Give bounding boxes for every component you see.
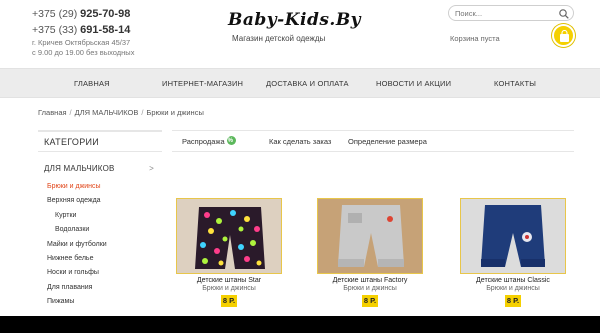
product-category: Брюки и джинсы [343, 285, 397, 292]
product-image[interactable] [460, 198, 566, 274]
working-hours: с 9.00 до 19.00 без выходных [32, 48, 135, 57]
product-name[interactable]: Детские штаны Factory [317, 277, 423, 284]
subcategory-swimwear[interactable]: Для плавания [38, 281, 162, 295]
main-nav: ГЛАВНАЯ ИНТЕРНЕТ-МАГАЗИН ДОСТАВКА И ОПЛА… [0, 68, 600, 98]
cart-button[interactable] [552, 24, 575, 47]
nav-news[interactable]: НОВОСТИ И АКЦИИ [376, 69, 451, 99]
nav-shop[interactable]: ИНТЕРНЕТ-МАГАЗИН [162, 69, 243, 99]
nav-home[interactable]: ГЛАВНАЯ [74, 69, 110, 99]
subcategory-pajamas[interactable]: Пижамы [38, 295, 162, 309]
subcategory-socks[interactable]: Носки и гольфы [38, 266, 162, 280]
info-tabs: Распродажа Как сделать заказ Определение… [172, 130, 574, 152]
subcategory-tshirts[interactable]: Майки и футболки [38, 238, 162, 252]
product-price: 8 Р. [505, 295, 521, 307]
percent-badge-icon [226, 131, 236, 152]
subcategory-underwear[interactable]: Нижнее белье [38, 252, 162, 266]
subcategory-turtlenecks[interactable]: Водолазки [38, 223, 162, 237]
address: г. Кричев Октябрьская 45/37 [32, 38, 131, 47]
subcategory-jackets[interactable]: Куртки [38, 209, 162, 223]
phone-1[interactable]: +375 (29) 925-70-98 [32, 6, 134, 22]
search-box [448, 5, 574, 21]
chevron-right-icon: > [149, 164, 154, 173]
product-card[interactable]: Детские штаны Classic Брюки и джинсы 8 Р… [460, 198, 566, 307]
product-category: Брюки и джинсы [202, 285, 256, 292]
product-image[interactable] [317, 198, 423, 274]
phone-1-number: 925-70-98 [80, 8, 131, 20]
product-price: 8 Р. [362, 295, 378, 307]
shopping-bag-icon [560, 30, 569, 42]
phone-2-prefix: +375 (33) [32, 24, 78, 36]
site-logo[interactable]: Baby-Kids.By [228, 10, 361, 30]
tab-how-to-order[interactable]: Как сделать заказ [269, 131, 331, 152]
product-card[interactable]: Детские штаны Star Брюки и джинсы 8 Р. [176, 198, 282, 307]
search-icon[interactable] [558, 7, 571, 19]
phone-2[interactable]: +375 (33) 691-58-14 [32, 22, 134, 38]
subcategory-pants[interactable]: Брюки и джинсы [38, 180, 162, 194]
product-image[interactable] [176, 198, 282, 274]
breadcrumb-boys[interactable]: ДЛЯ МАЛЬЧИКОВ [75, 108, 139, 117]
product-name[interactable]: Детские штаны Classic [460, 277, 566, 284]
subcategory-outerwear[interactable]: Верхняя одежда [38, 194, 162, 208]
tab-size-guide[interactable]: Определение размера [348, 131, 427, 152]
breadcrumb-home[interactable]: Главная [38, 108, 67, 117]
product-name[interactable]: Детские штаны Star [176, 277, 282, 284]
product-price: 8 Р. [221, 295, 237, 307]
category-boys[interactable]: ДЛЯ МАЛЬЧИКОВ > [38, 158, 162, 180]
search-input[interactable] [455, 8, 550, 19]
category-boys-label: ДЛЯ МАЛЬЧИКОВ [44, 164, 115, 173]
nav-delivery[interactable]: ДОСТАВКА И ОПЛАТА [266, 69, 349, 99]
tab-sale[interactable]: Распродажа [182, 131, 236, 152]
nav-contacts[interactable]: КОНТАКТЫ [494, 69, 536, 99]
breadcrumb: Главная / ДЛЯ МАЛЬЧИКОВ / Брюки и джинсы [38, 108, 204, 117]
site-header: +375 (29) 925-70-98 +375 (33) 691-58-14 … [0, 0, 600, 68]
contact-block: +375 (29) 925-70-98 +375 (33) 691-58-14 … [32, 6, 134, 58]
tab-sale-label: Распродажа [182, 137, 225, 146]
phone-1-prefix: +375 (29) [32, 8, 78, 20]
phone-2-number: 691-58-14 [80, 24, 131, 36]
bottom-bar [0, 316, 600, 333]
site-tagline: Магазин детской одежды [232, 34, 326, 43]
categories-heading: КАТЕГОРИИ [38, 130, 162, 152]
breadcrumb-separator: / [141, 108, 144, 117]
breadcrumb-current: Брюки и джинсы [146, 108, 204, 117]
cart-status[interactable]: Корзина пуста [450, 34, 500, 43]
category-sidebar: КАТЕГОРИИ ДЛЯ МАЛЬЧИКОВ > Брюки и джинсы… [38, 130, 162, 310]
product-card[interactable]: Детские штаны Factory Брюки и джинсы 8 Р… [317, 198, 423, 307]
breadcrumb-separator: / [69, 108, 72, 117]
product-category: Брюки и джинсы [486, 285, 540, 292]
